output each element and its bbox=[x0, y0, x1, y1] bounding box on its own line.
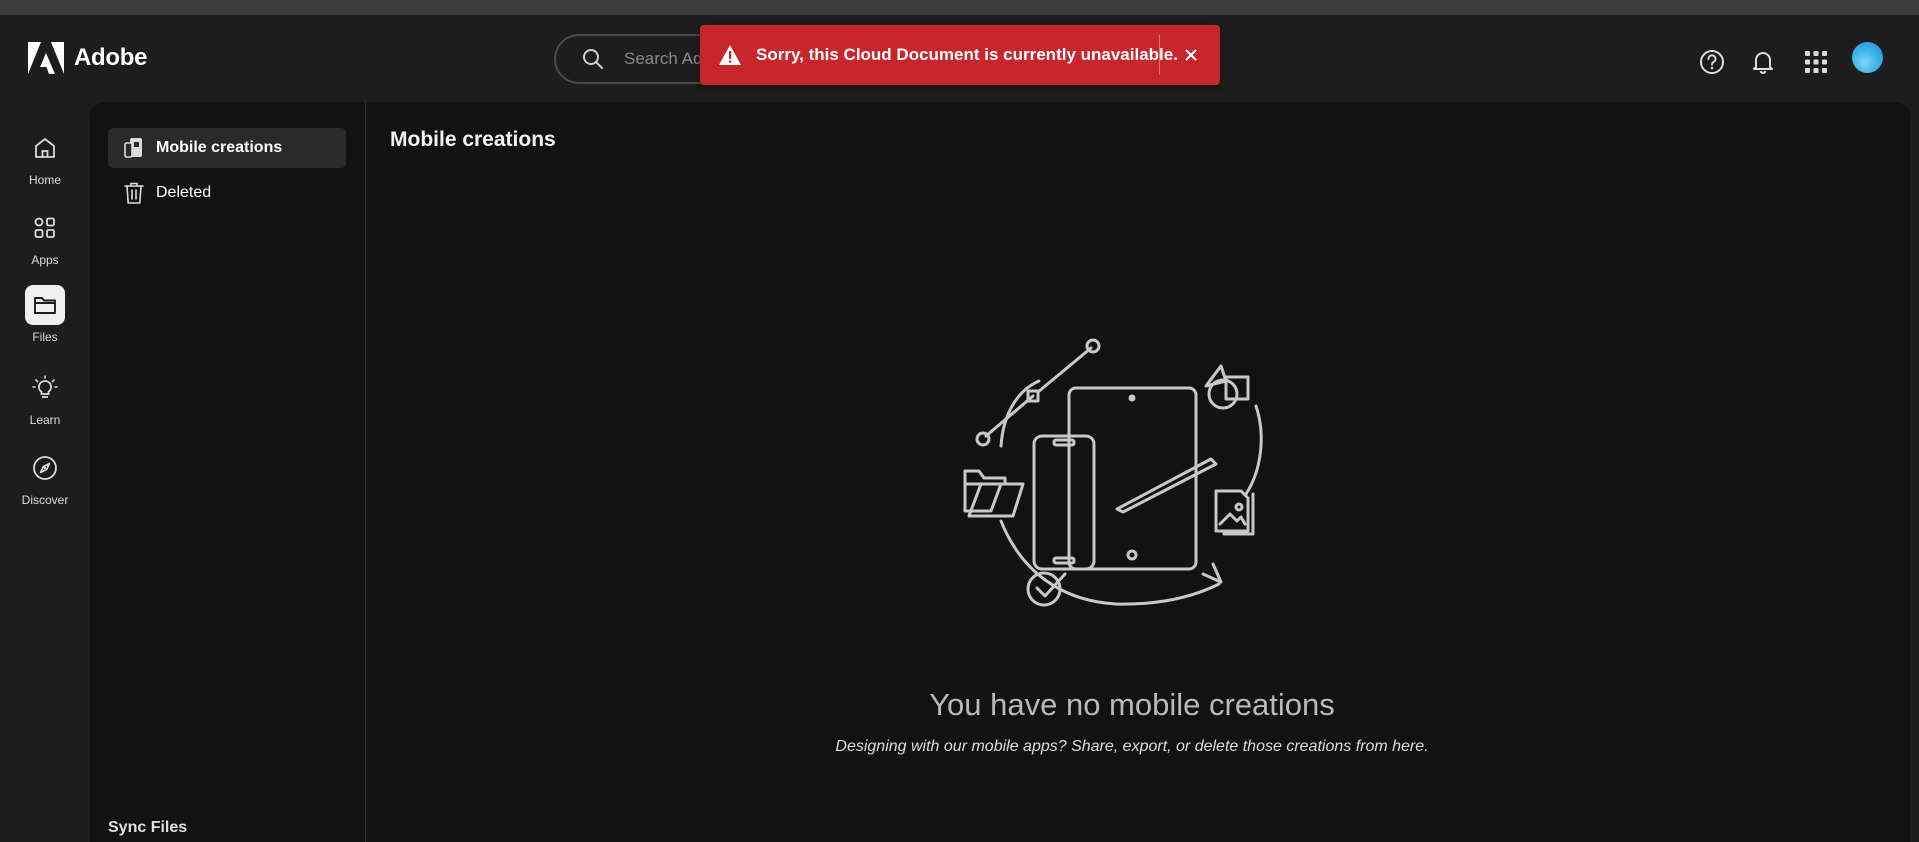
nav-item-home[interactable]: Home bbox=[5, 128, 85, 200]
empty-state-title: You have no mobile creations bbox=[929, 687, 1335, 722]
adobe-logo-icon bbox=[28, 42, 64, 74]
bell-icon bbox=[1753, 52, 1773, 74]
apps-icon bbox=[34, 217, 55, 238]
window-top-strip bbox=[0, 0, 1919, 15]
avatar[interactable] bbox=[1852, 42, 1883, 73]
subnav-item-deleted[interactable]: Deleted bbox=[108, 173, 346, 213]
nav-label-discover: Discover bbox=[21, 493, 69, 507]
subnav-item-mobile-creations[interactable]: Mobile creations bbox=[108, 128, 346, 168]
page-title: Mobile creations bbox=[390, 128, 556, 151]
trash-icon bbox=[124, 182, 144, 204]
lightbulb-icon bbox=[32, 375, 58, 398]
mobile-creations-icon bbox=[124, 138, 142, 158]
nav-label-apps: Apps bbox=[31, 253, 59, 267]
sync-files-heading: Sync Files bbox=[108, 819, 188, 836]
brand-name: Adobe bbox=[74, 44, 148, 71]
nav-icon-wrap bbox=[25, 448, 65, 488]
nav-item-files[interactable]: Files bbox=[5, 285, 85, 357]
nav-icon-wrap bbox=[25, 368, 65, 408]
empty-state-illustration bbox=[963, 338, 1263, 607]
nav-item-apps[interactable]: Apps bbox=[5, 208, 85, 280]
app-switcher-button[interactable] bbox=[1799, 45, 1833, 79]
nav-icon-wrap bbox=[25, 208, 65, 248]
nav-label-files: Files bbox=[32, 330, 58, 344]
error-toast: Sorry, this Cloud Document is currently … bbox=[700, 25, 1220, 85]
home-icon bbox=[35, 138, 55, 158]
content-panel: Mobile creations Deleted Sync Files Mobi… bbox=[90, 102, 1910, 842]
search-icon bbox=[583, 49, 603, 69]
notifications-button[interactable] bbox=[1746, 45, 1780, 79]
toast-message: Sorry, this Cloud Document is currently … bbox=[756, 45, 1178, 64]
main-content: Mobile creations You have no mobile crea… bbox=[367, 102, 1910, 842]
nav-item-learn[interactable]: Learn bbox=[5, 368, 85, 440]
help-button[interactable] bbox=[1695, 45, 1729, 79]
nav-label-learn: Learn bbox=[29, 413, 61, 427]
toast-divider bbox=[1159, 35, 1160, 75]
files-subnav: Mobile creations Deleted Sync Files bbox=[90, 102, 366, 842]
nav-icon-wrap bbox=[25, 128, 65, 168]
toast-close-button[interactable] bbox=[1176, 40, 1206, 70]
help-icon bbox=[1700, 50, 1724, 74]
apps-grid-icon bbox=[1805, 51, 1827, 73]
left-nav: Home Apps Files Learn Discover bbox=[0, 102, 90, 829]
folder-icon bbox=[34, 297, 56, 314]
subnav-label-deleted: Deleted bbox=[156, 184, 212, 201]
subnav-label-mobile-creations: Mobile creations bbox=[156, 139, 283, 156]
empty-state-subtitle: Designing with our mobile apps? Share, e… bbox=[835, 738, 1429, 755]
nav-icon-wrap bbox=[25, 285, 65, 325]
alert-icon bbox=[719, 45, 741, 65]
nav-item-discover[interactable]: Discover bbox=[5, 448, 85, 520]
close-icon bbox=[1185, 49, 1197, 61]
adobe-logo[interactable]: Adobe bbox=[28, 42, 147, 74]
nav-label-home: Home bbox=[28, 173, 61, 187]
compass-icon bbox=[33, 456, 57, 480]
